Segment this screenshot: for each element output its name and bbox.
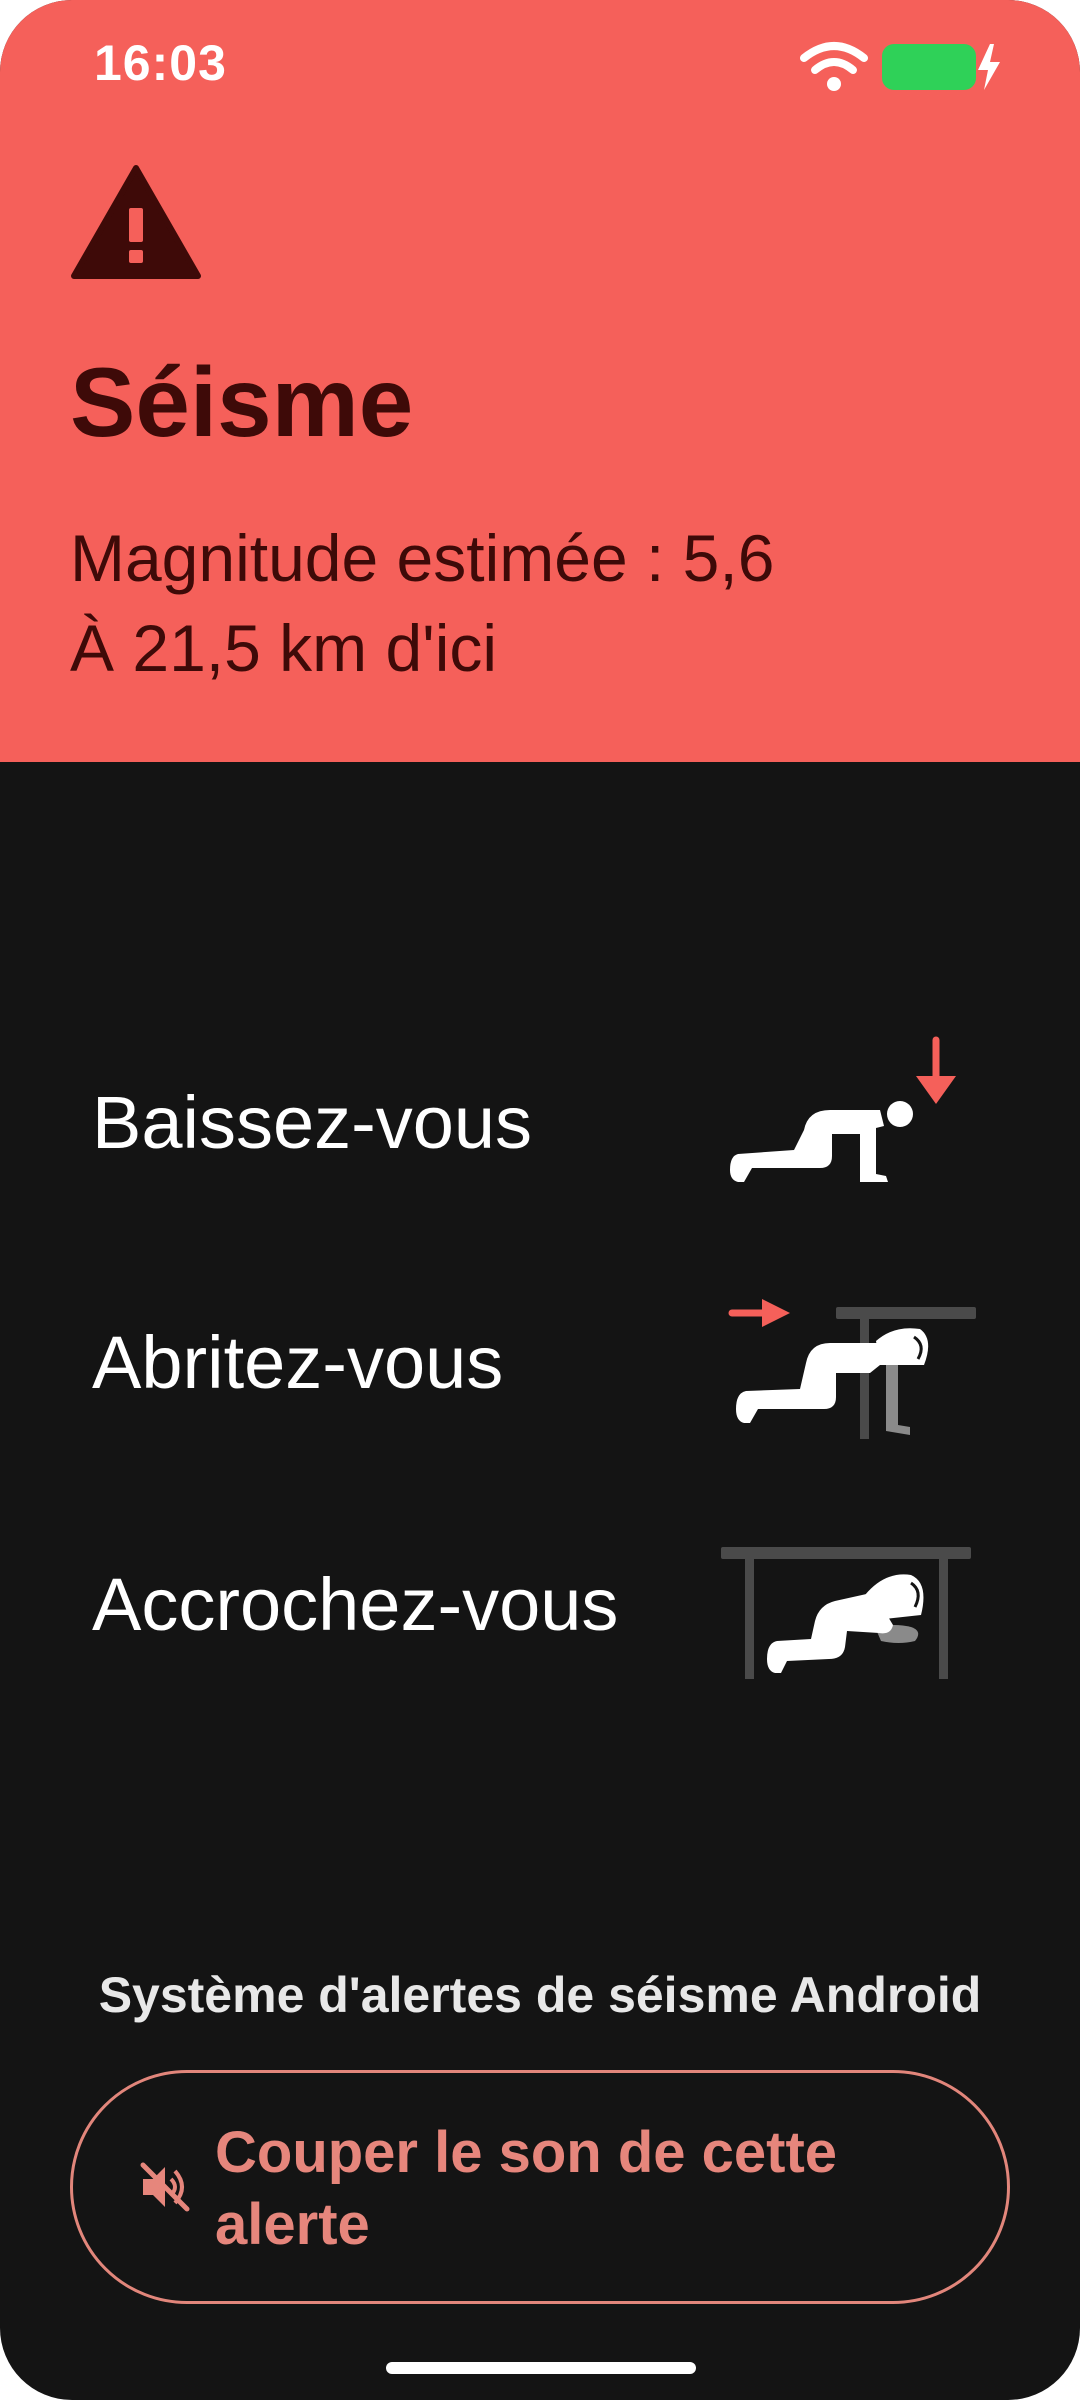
alert-magnitude: Magnitude estimée : 5,6 [70,521,775,595]
alert-header: 16:03 Séisme Magnitude estimée : 5,6 À 2… [0,0,1080,762]
instruction-cover: Abritez-vous [92,1321,504,1404]
battery-icon [882,44,1000,90]
warning-icon [71,165,201,279]
phone-screen: 16:03 Séisme Magnitude estimée : 5,6 À 2… [0,0,1080,2400]
alert-distance: À 21,5 km d'ici [70,611,498,685]
wifi-icon [800,42,868,91]
alert-title: Séisme [70,347,414,457]
home-indicator[interactable] [386,2362,696,2374]
hold-on-figure-icon [721,1547,971,1679]
instruction-hold-on: Accrochez-vous [92,1563,619,1646]
system-label: Système d'alertes de séisme Android [98,1967,982,2023]
volume-off-icon [140,2162,190,2212]
mute-alert-button[interactable]: Couper le son de cette alerte [70,2070,1010,2304]
cover-figure-icon [728,1299,976,1439]
drop-figure-icon [730,1036,956,1182]
mute-button-label: Couper le son de cette alerte [215,2120,838,2257]
status-time: 16:03 [94,35,227,91]
instruction-drop: Baissez-vous [92,1081,533,1164]
status-bar: 16:03 [0,0,1080,130]
